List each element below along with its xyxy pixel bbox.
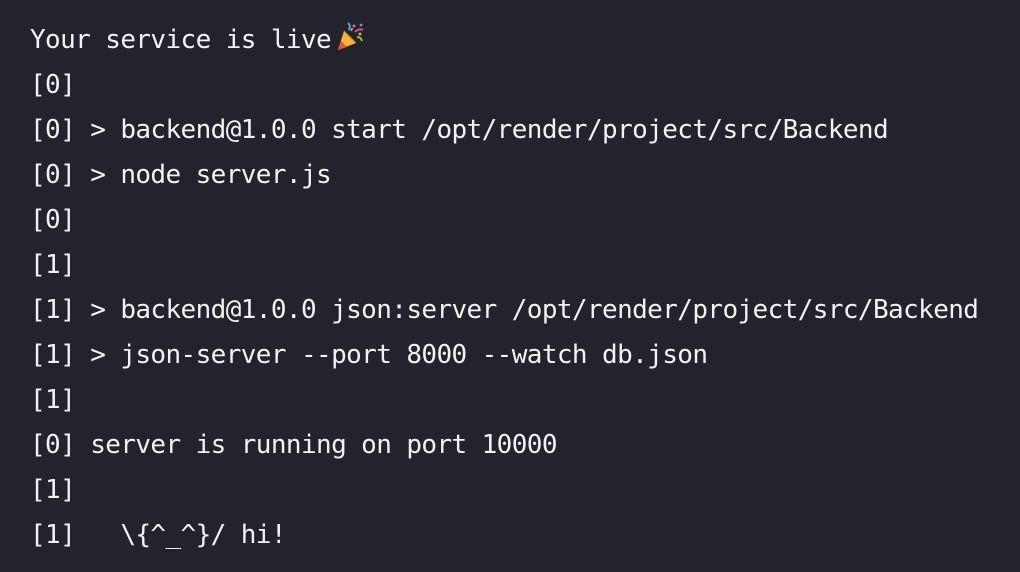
log-line: [1] (30, 385, 76, 415)
log-line: [0] (30, 70, 76, 100)
log-line: [0] server is running on port 10000 (30, 430, 557, 460)
party-popper-icon (335, 22, 365, 52)
log-line: [1] \{^_^}/ hi! (30, 520, 287, 550)
log-line: [0] > node server.js (30, 160, 332, 190)
service-status-text: Your service is live (30, 25, 332, 55)
log-line: [1] > backend@1.0.0 json:server /opt/ren… (30, 295, 979, 325)
log-output: Your service is live [0] [0] > backend@1… (0, 0, 1020, 572)
service-status-line: Your service is live (30, 18, 1020, 63)
log-line: [0] > backend@1.0.0 start /opt/render/pr… (30, 115, 889, 145)
log-line: [1] > json-server --port 8000 --watch db… (30, 340, 708, 370)
log-line: [0] (30, 205, 76, 235)
log-line: [1] (30, 475, 76, 505)
log-line: [1] (30, 250, 76, 280)
